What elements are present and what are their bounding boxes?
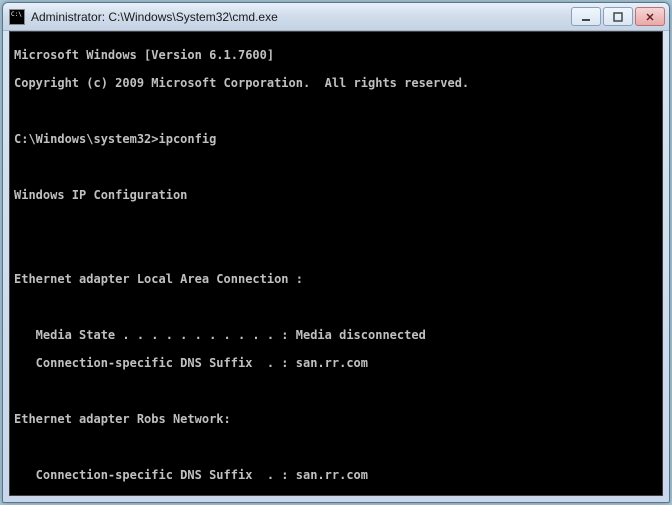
console-line: Copyright (c) 2009 Microsoft Corporation… xyxy=(14,76,658,90)
console-line xyxy=(14,440,658,454)
window-title: Administrator: C:\Windows\System32\cmd.e… xyxy=(31,10,571,24)
cmd-window: Administrator: C:\Windows\System32\cmd.e… xyxy=(2,2,670,503)
console-line: Media State . . . . . . . . . . . : Medi… xyxy=(14,328,658,342)
cmd-icon xyxy=(9,9,25,25)
command: ipconfig xyxy=(159,132,217,146)
console-line xyxy=(14,384,658,398)
console-output[interactable]: Microsoft Windows [Version 6.1.7600] Cop… xyxy=(9,31,663,496)
console-prompt-line: C:\Windows\system32>ipconfig xyxy=(14,132,658,146)
console-line: Microsoft Windows [Version 6.1.7600] xyxy=(14,48,658,62)
console-line xyxy=(14,160,658,174)
console-line xyxy=(14,300,658,314)
console-line xyxy=(14,244,658,258)
close-button[interactable] xyxy=(635,7,665,26)
console-line: Connection-specific DNS Suffix . : san.r… xyxy=(14,468,658,482)
maximize-button[interactable] xyxy=(603,7,633,26)
console-line: Windows IP Configuration xyxy=(14,188,658,202)
titlebar[interactable]: Administrator: C:\Windows\System32\cmd.e… xyxy=(3,3,669,31)
prompt: C:\Windows\system32> xyxy=(14,132,159,146)
console-line: Connection-specific DNS Suffix . : san.r… xyxy=(14,356,658,370)
console-line xyxy=(14,104,658,118)
adapter-header: Ethernet adapter Local Area Connection : xyxy=(14,272,658,286)
window-controls xyxy=(571,7,665,26)
adapter-header: Ethernet adapter Robs Network: xyxy=(14,412,658,426)
minimize-button[interactable] xyxy=(571,7,601,26)
console-line xyxy=(14,216,658,230)
